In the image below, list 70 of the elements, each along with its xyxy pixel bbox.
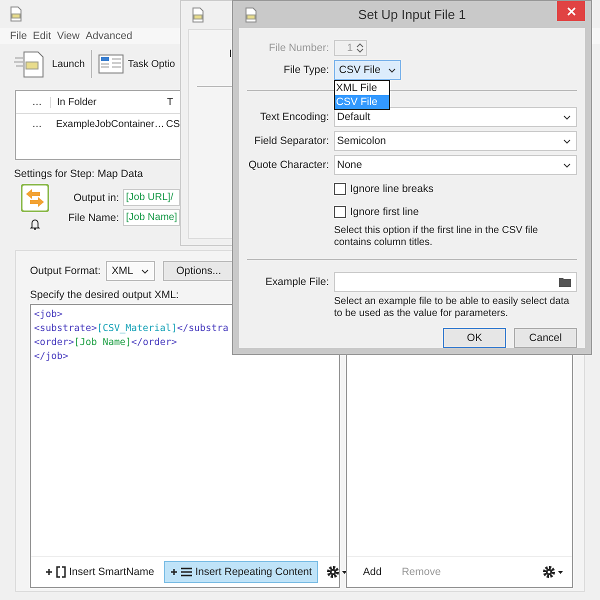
select-field[interactable]: Default bbox=[334, 107, 577, 127]
field-label: Output Format: bbox=[30, 265, 101, 277]
checkbox[interactable] bbox=[334, 206, 346, 218]
code-line: <substrate>[CSV_Material]</substra bbox=[34, 322, 230, 336]
toolbar-button[interactable]: Launch bbox=[14, 50, 85, 78]
field-label: File Name: bbox=[67, 212, 119, 224]
chevron-down-icon bbox=[141, 268, 150, 274]
menu-item[interactable]: File bbox=[10, 30, 27, 42]
chevron-down-icon bbox=[388, 68, 396, 72]
code-line: <order>[Job Name]</order> bbox=[34, 336, 178, 350]
options-icon bbox=[98, 53, 124, 75]
insert-button[interactable]: Insert SmartName bbox=[39, 561, 160, 583]
field-label: Text Encoding: bbox=[259, 111, 329, 123]
document-icon bbox=[243, 6, 259, 22]
checkbox[interactable] bbox=[334, 183, 346, 195]
step-title: Settings for Step: Map Data bbox=[14, 168, 144, 180]
select-field[interactable]: Semicolon bbox=[334, 131, 577, 151]
gear-icon[interactable] bbox=[542, 565, 564, 579]
checkbox-label: Ignore first line bbox=[350, 206, 419, 218]
field-label: File Type: bbox=[282, 64, 329, 76]
editor-label: Specify the desired output XML: bbox=[30, 289, 180, 301]
close-button[interactable] bbox=[557, 1, 585, 21]
input-field[interactable] bbox=[334, 272, 577, 292]
insert-button[interactable]: Insert Repeating Content bbox=[164, 561, 318, 583]
options-button[interactable]: Options... bbox=[163, 261, 234, 281]
list-icon bbox=[181, 567, 192, 577]
help-text: Select an example file to be able to easily select data to be used as the value for parameters. bbox=[334, 296, 570, 320]
close-icon bbox=[566, 6, 576, 16]
dropdown-option[interactable]: XML File bbox=[335, 81, 389, 95]
field-label: Example File: bbox=[264, 276, 329, 288]
field-label: Quote Character: bbox=[247, 159, 329, 171]
chevron-down-icon bbox=[563, 114, 571, 120]
plus-icon bbox=[170, 568, 178, 576]
field-label: I bbox=[229, 48, 232, 60]
checkbox-label: Ignore line breaks bbox=[350, 183, 434, 195]
window-title: Set Up Input File 1 bbox=[357, 7, 467, 22]
code-line: </job> bbox=[34, 350, 70, 364]
dialog-button[interactable]: Cancel bbox=[514, 328, 577, 348]
list-button[interactable]: Add bbox=[355, 562, 390, 582]
chevron-down-icon bbox=[563, 138, 571, 144]
table-cell-text: ExampleJobContainer… bbox=[55, 118, 164, 130]
table-cell-text: … bbox=[32, 118, 43, 130]
menu-item[interactable]: Advanced bbox=[86, 30, 132, 42]
select-field[interactable]: None bbox=[334, 155, 577, 175]
field-label: Output in: bbox=[72, 192, 119, 204]
brackets-icon bbox=[56, 566, 66, 578]
menu-item[interactable]: View bbox=[57, 30, 80, 42]
table-cell-text: CS bbox=[165, 118, 180, 130]
gear-icon[interactable] bbox=[326, 565, 348, 579]
toolbar-button[interactable]: Task Optio bbox=[98, 53, 176, 75]
input-field[interactable]: [Job Name] bbox=[123, 209, 180, 226]
column-header[interactable]: In Folder bbox=[50, 96, 165, 108]
dialog-button[interactable]: OK bbox=[443, 328, 506, 348]
field-label: File Number: bbox=[268, 42, 329, 54]
menu-item[interactable]: Edit bbox=[32, 30, 52, 42]
plus-icon bbox=[45, 568, 53, 576]
help-text: Select this option if the first line in the CSV file contains column titles. bbox=[334, 225, 539, 249]
file-type-dropdown[interactable]: CSV File bbox=[334, 60, 402, 80]
swap-arrows-icon bbox=[21, 184, 49, 212]
bell-icon[interactable] bbox=[29, 218, 41, 230]
spinner-arrows-icon bbox=[356, 42, 364, 54]
chevron-down-icon bbox=[563, 162, 571, 168]
document-icon bbox=[8, 6, 24, 22]
field-label: Field Separator: bbox=[253, 135, 329, 147]
document-icon bbox=[190, 7, 206, 23]
format-dropdown[interactable]: XML bbox=[106, 261, 156, 281]
input-field[interactable]: [Job URL]/ bbox=[123, 189, 180, 206]
folder-icon[interactable] bbox=[559, 277, 571, 287]
column-header[interactable]: … bbox=[32, 96, 50, 108]
column-header[interactable]: T bbox=[165, 96, 181, 108]
